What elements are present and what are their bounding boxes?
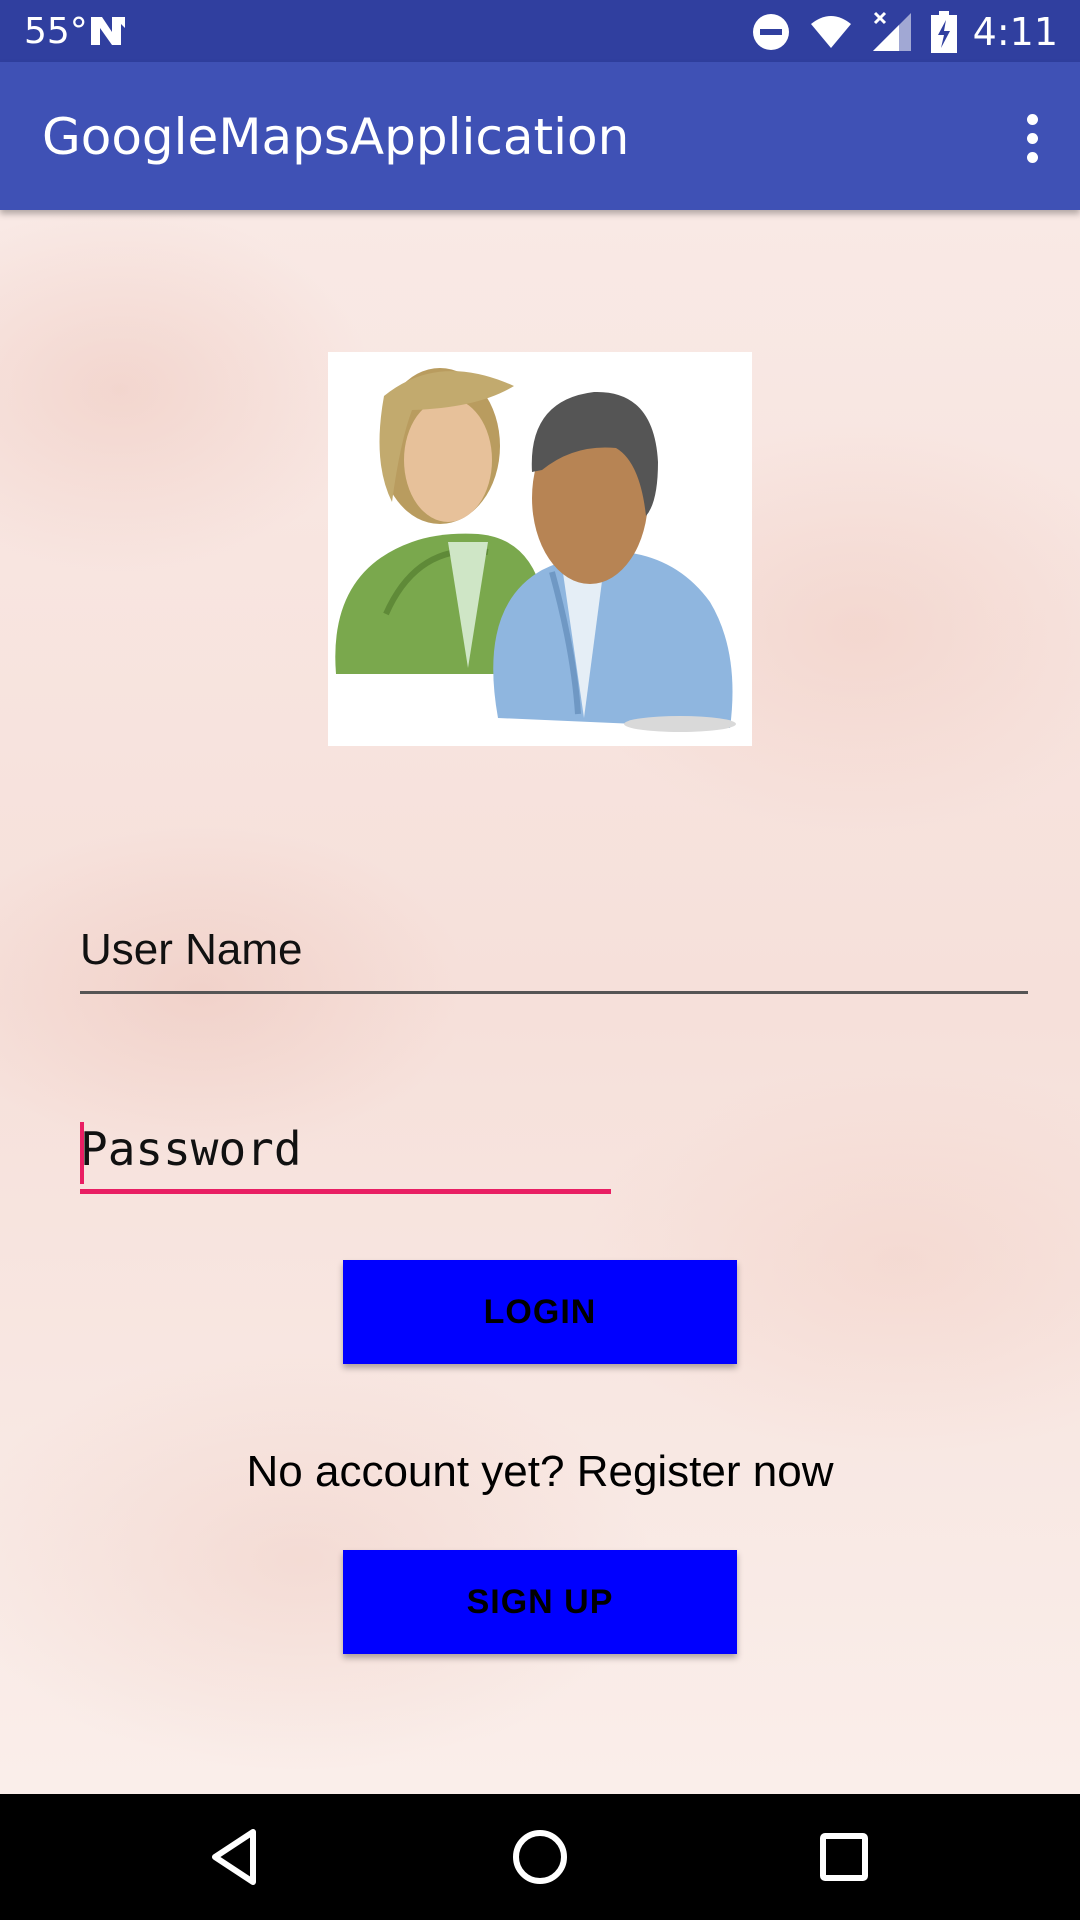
- more-vert-icon[interactable]: [1000, 102, 1064, 174]
- login-button[interactable]: LOGIN: [343, 1260, 737, 1364]
- n-notification-icon: [91, 17, 125, 45]
- status-time: 4:11: [972, 10, 1058, 54]
- home-icon[interactable]: [505, 1822, 575, 1892]
- login-content: User Name Password LOGIN No account yet?…: [0, 210, 1080, 1794]
- username-underline: [80, 991, 1028, 994]
- status-icons: 4:11: [733, 8, 1058, 56]
- text-cursor: [80, 1122, 84, 1184]
- username-input[interactable]: User Name: [80, 924, 303, 976]
- cell-signal-icon: [872, 11, 911, 51]
- register-prompt: No account yet? Register now: [246, 1447, 834, 1496]
- password-underline: [80, 1189, 611, 1194]
- app-bar: GoogleMapsApplication: [0, 62, 1080, 210]
- status-bar: 55° 4:11: [0, 0, 1080, 62]
- username-field[interactable]: User Name: [80, 910, 1028, 994]
- back-icon[interactable]: [201, 1822, 271, 1892]
- navigation-bar: [0, 1794, 1080, 1920]
- wifi-icon: [810, 16, 851, 48]
- do-not-disturb-icon: [752, 14, 789, 50]
- status-temperature: 55°: [24, 11, 88, 52]
- app-title: GoogleMapsApplication: [42, 108, 630, 166]
- users-icon: [328, 352, 752, 746]
- signup-button[interactable]: SIGN UP: [343, 1550, 737, 1654]
- recents-icon[interactable]: [809, 1822, 879, 1892]
- password-input[interactable]: Password: [80, 1122, 302, 1176]
- battery-charging-icon: [930, 11, 957, 53]
- password-field[interactable]: Password: [80, 1108, 611, 1194]
- login-screen: 55° 4:11 GoogleMapsApplication User Name…: [0, 0, 1080, 1920]
